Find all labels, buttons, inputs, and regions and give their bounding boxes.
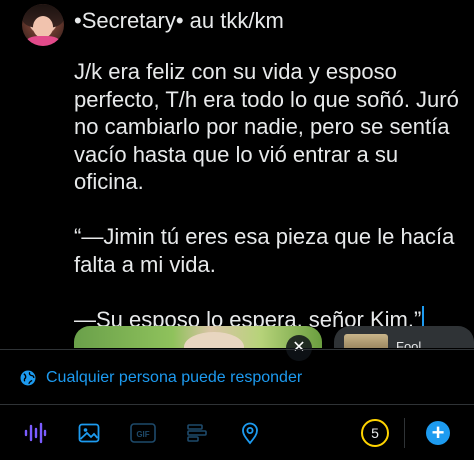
avatar-shirt (26, 36, 60, 46)
divider (0, 404, 474, 405)
toolbar-separator (404, 418, 405, 448)
media-2-label: Fool (396, 339, 422, 348)
tweet-text-input[interactable]: J/k era feliz con su vida y esposo perfe… (74, 58, 466, 333)
tweet-paragraph-2: “—Jimin tú eres esa pieza que le hacía f… (74, 224, 455, 277)
media-2-thumbnail (344, 334, 388, 348)
character-counter: 5 (361, 419, 389, 447)
reply-setting-button[interactable]: Cualquier persona puede responder (18, 368, 302, 388)
add-thread-button[interactable]: + (426, 421, 450, 445)
reply-setting-label: Cualquier persona puede responder (46, 369, 303, 386)
gif-label: GIF (136, 430, 149, 439)
attached-media-1[interactable] (74, 326, 322, 348)
compose-screen: •Secretary• au tkk/km J/k era feliz con … (0, 0, 474, 460)
location-icon[interactable] (237, 420, 263, 446)
author-username: •Secretary• au tkk/km (74, 8, 284, 33)
avatar[interactable] (22, 4, 64, 46)
avatar-face (33, 16, 53, 38)
media-subject (184, 332, 244, 348)
remove-media-button[interactable]: ✕ (286, 335, 312, 361)
audio-waveform-icon[interactable] (22, 420, 48, 446)
image-icon[interactable] (76, 420, 102, 446)
poll-icon (184, 420, 210, 446)
attached-media-2[interactable]: Fool (334, 326, 474, 348)
gif-icon: GIF (130, 420, 156, 446)
tweet-paragraph-1: J/k era feliz con su vida y esposo perfe… (74, 59, 459, 194)
globe-icon (20, 370, 36, 386)
divider (0, 349, 474, 350)
